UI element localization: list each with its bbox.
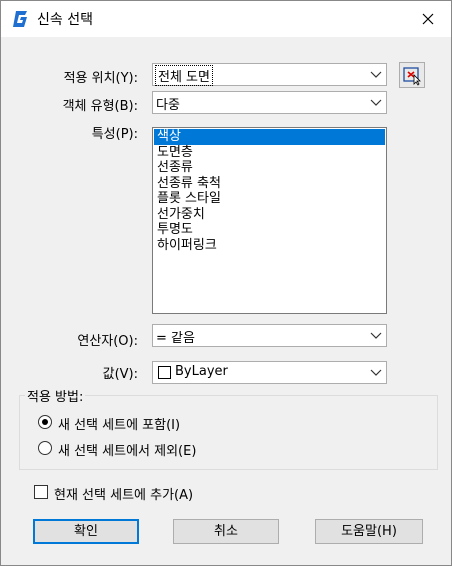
chevron-down-icon [370, 71, 382, 78]
chevron-down-icon [370, 369, 382, 376]
operator-dropdown[interactable]: = 같음 [152, 324, 387, 347]
help-button[interactable]: 도움말(H) [315, 519, 423, 544]
operator-value: = 같음 [156, 331, 195, 346]
apply-to-label: 적용 위치(Y): [63, 71, 138, 86]
value-dropdown[interactable]: ByLayer [152, 361, 387, 384]
window-title: 신속 선택 [37, 12, 93, 28]
app-logo-icon [13, 11, 27, 27]
object-type-dropdown[interactable]: 다중 [152, 91, 387, 114]
close-button[interactable] [411, 3, 445, 35]
apply-to-value: 전체 도면 [155, 65, 213, 86]
append-label[interactable]: 현재 선택 세트에 추가(A) [54, 484, 193, 503]
list-item[interactable]: 도면층 [154, 145, 385, 161]
operator-label: 연산자(O): [77, 334, 138, 349]
ok-button[interactable]: 확인 [33, 519, 139, 544]
exclude-radio[interactable] [38, 441, 52, 455]
radio-dot [42, 419, 48, 425]
include-radio[interactable] [38, 415, 52, 429]
properties-label: 특성(P): [91, 127, 138, 142]
list-item[interactable]: 선종류 [154, 160, 385, 176]
value-label: 값(V): [102, 367, 138, 382]
cancel-button[interactable]: 취소 [173, 519, 279, 544]
list-item[interactable]: 하이퍼링크 [154, 238, 385, 254]
properties-list[interactable]: 색상 도면층 선종류 선종류 축척 플롯 스타일 선가중치 투명도 하이퍼링크 [152, 127, 387, 314]
select-objects-button[interactable] [399, 62, 425, 88]
list-item[interactable]: 색상 [154, 129, 385, 145]
title-bar: 신속 선택 [1, 1, 451, 37]
apply-to-dropdown[interactable]: 전체 도면 [152, 63, 387, 86]
value-text: ByLayer [175, 364, 228, 379]
list-item[interactable]: 선가중치 [154, 207, 385, 223]
chevron-down-icon [370, 99, 382, 106]
include-option-label[interactable]: 새 선택 세트에 포함(I) [58, 414, 180, 433]
object-type-value: 다중 [156, 98, 180, 113]
select-objects-icon [403, 67, 421, 86]
color-swatch [158, 366, 171, 379]
list-item[interactable]: 선종류 축척 [154, 176, 385, 192]
list-item[interactable]: 플롯 스타일 [154, 191, 385, 207]
apply-method-title: 적용 방법: [25, 386, 86, 405]
close-icon [422, 13, 434, 25]
quick-select-dialog: 신속 선택 적용 위치(Y): 전체 도면 객체 유형(B): 다중 특성(P)… [0, 0, 452, 566]
list-item[interactable]: 투명도 [154, 222, 385, 238]
append-checkbox[interactable] [34, 485, 48, 499]
exclude-option-label[interactable]: 새 선택 세트에서 제외(E) [58, 440, 196, 459]
chevron-down-icon [370, 332, 382, 339]
object-type-label: 객체 유형(B): [62, 99, 138, 114]
